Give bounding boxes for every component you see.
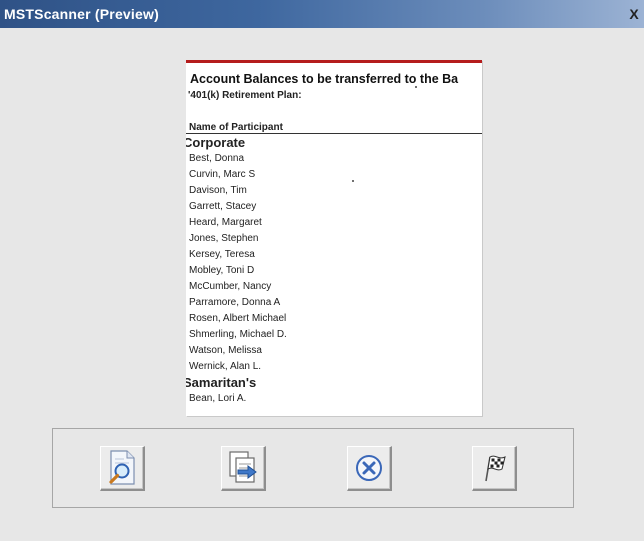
- participant-row: Curvin, Marc S: [189, 169, 256, 180]
- participant-row: Mobley, Toni D: [189, 265, 255, 276]
- column-header-participant: Name of Participant: [189, 122, 283, 133]
- window-title: MSTScanner (Preview): [4, 6, 159, 22]
- participant-row: Kersey, Teresa: [189, 249, 255, 260]
- participant-row: Bean, Lori A.: [189, 393, 247, 404]
- document-title: Account Balances to be transferred to th…: [190, 72, 459, 86]
- participant-row: Watson, Melissa: [189, 345, 262, 356]
- group-heading: Samaritan's: [186, 375, 257, 390]
- document-preview: Account Balances to be transferred to th…: [186, 60, 482, 416]
- export-document-icon: [229, 451, 257, 483]
- participant-row: Garrett, Stacey: [189, 201, 257, 212]
- zoom-preview-button[interactable]: [100, 446, 145, 491]
- participant-row: Davison, Tim: [189, 185, 247, 196]
- participant-row: Best, Donna: [189, 153, 245, 164]
- title-bar[interactable]: MSTScanner (Preview) X: [0, 0, 644, 28]
- scanner-preview-window: MSTScanner (Preview) X Account Balances …: [0, 0, 644, 541]
- document-subtitle: '401(k) Retirement Plan:: [188, 90, 302, 101]
- participant-row: Jones, Stephen: [189, 233, 259, 244]
- scan-speck: [415, 86, 417, 88]
- cancel-button[interactable]: [347, 446, 392, 491]
- finish-button[interactable]: [472, 446, 517, 491]
- export-button[interactable]: [221, 446, 266, 491]
- checkered-flag-icon: [485, 455, 506, 482]
- preview-toolbar: [52, 428, 574, 508]
- zoom-document-icon: [109, 450, 135, 485]
- document-top-rule: [186, 60, 482, 63]
- scan-speck: [352, 180, 354, 182]
- group-heading: Corporate: [186, 135, 246, 150]
- header-divider: [186, 133, 482, 134]
- participant-row: McCumber, Nancy: [189, 281, 272, 292]
- participant-row: Shmerling, Michael D.: [189, 329, 287, 340]
- cancel-icon: [356, 455, 382, 481]
- participant-row: Parramore, Donna A: [189, 297, 281, 308]
- participant-row: Heard, Margaret: [189, 217, 262, 228]
- participant-list: Corporate Best, Donna Curvin, Marc S Daviso…: [186, 135, 482, 407]
- participant-row: Wernick, Alan L.: [189, 361, 262, 372]
- close-button[interactable]: X: [626, 7, 642, 21]
- participant-row: Rosen, Albert Michael: [189, 313, 287, 324]
